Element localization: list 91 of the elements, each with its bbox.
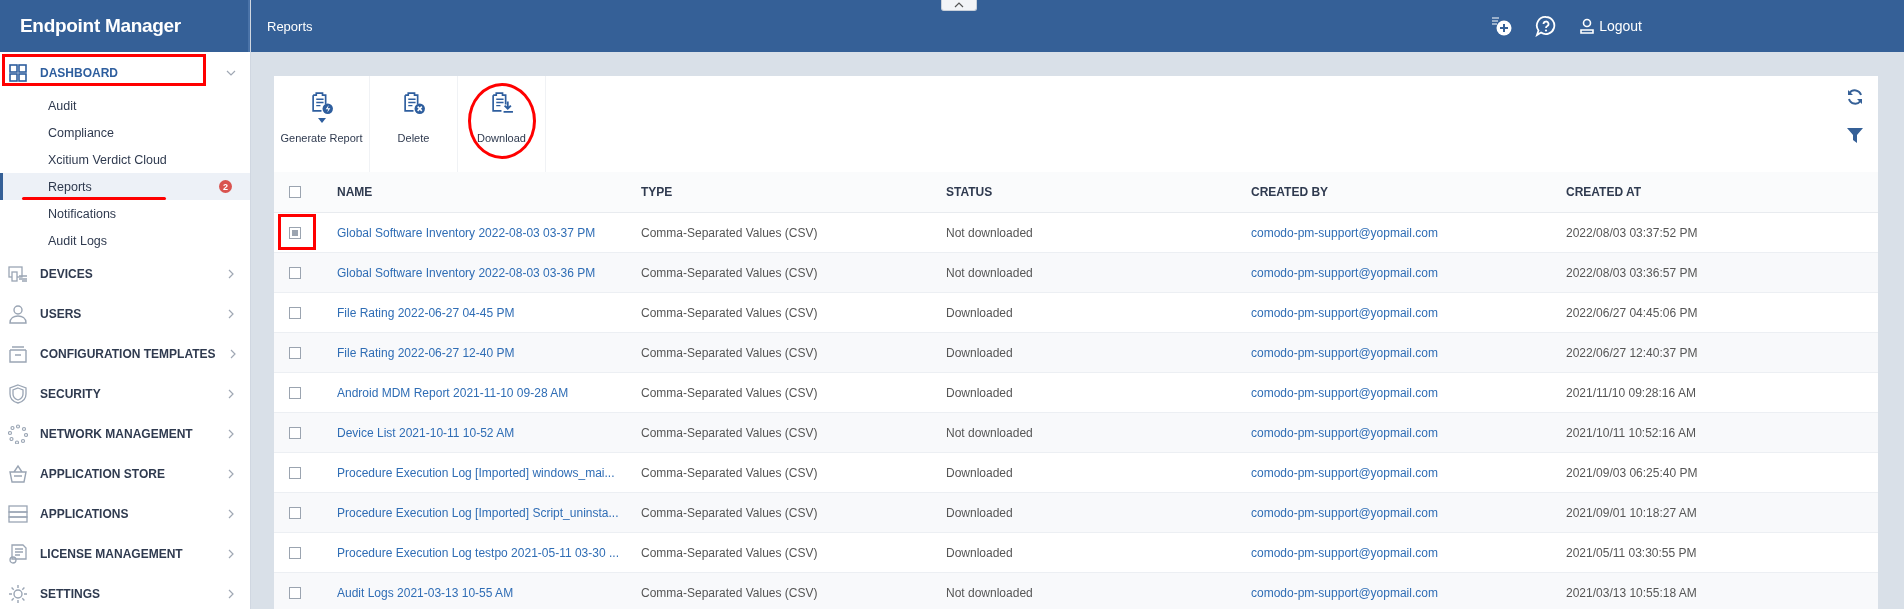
clipboard-download-icon bbox=[489, 90, 514, 116]
row-checkbox[interactable] bbox=[289, 506, 301, 519]
row-checkbox[interactable] bbox=[289, 386, 301, 399]
basket-icon bbox=[8, 464, 28, 484]
created-at-cell: 2021/09/01 10:18:27 AM bbox=[1550, 493, 1878, 533]
chevron-icon bbox=[226, 68, 236, 78]
help-icon[interactable] bbox=[1535, 15, 1558, 37]
nav-subitem[interactable]: Notifications bbox=[0, 200, 250, 227]
row-checkbox[interactable] bbox=[289, 466, 301, 479]
row-checkbox[interactable] bbox=[289, 346, 301, 359]
dots-circle-icon bbox=[8, 424, 28, 444]
creator-email-link[interactable]: comodo-pm-support@yopmail.com bbox=[1235, 573, 1550, 609]
status-cell: Downloaded bbox=[930, 493, 1235, 533]
settings-icon bbox=[8, 584, 28, 604]
status-cell: Not downloaded bbox=[930, 573, 1235, 609]
user-icon bbox=[1579, 18, 1596, 34]
status-cell: Not downloaded bbox=[930, 253, 1235, 293]
clipboard-x-icon bbox=[401, 90, 426, 116]
column-header[interactable]: STATUS bbox=[930, 172, 1235, 213]
chevron-icon bbox=[226, 429, 236, 439]
column-header[interactable]: NAME bbox=[321, 172, 625, 213]
created-at-cell: 2021/10/11 10:52:16 AM bbox=[1550, 413, 1878, 453]
refresh-icon[interactable] bbox=[1846, 88, 1864, 106]
row-checkbox[interactable] bbox=[289, 426, 301, 439]
chevron-icon bbox=[226, 309, 236, 319]
add-list-icon[interactable] bbox=[1491, 15, 1514, 37]
chevron-icon bbox=[226, 509, 236, 519]
report-name-link[interactable]: Device List 2021-10-11 10-52 AM bbox=[321, 413, 625, 453]
created-at-cell: 2021/03/13 10:55:18 AM bbox=[1550, 573, 1878, 609]
report-name-link[interactable]: Global Software Inventory 2022-08-03 03-36 PM bbox=[321, 253, 625, 293]
nav-item[interactable]: DASHBOARD bbox=[0, 54, 250, 92]
created-at-cell: 2022/08/03 03:36:57 PM bbox=[1550, 253, 1878, 293]
row-checkbox[interactable] bbox=[289, 266, 301, 279]
row-checkbox[interactable] bbox=[289, 226, 301, 239]
nav-item[interactable]: DEVICES bbox=[0, 254, 250, 294]
type-cell: Comma-Separated Values (CSV) bbox=[625, 493, 930, 533]
nav-subitem[interactable]: Reports 2 bbox=[0, 173, 250, 200]
app-title: Endpoint Manager bbox=[0, 0, 250, 52]
chevron-icon bbox=[226, 269, 236, 279]
chevron-icon bbox=[226, 469, 236, 479]
row-checkbox[interactable] bbox=[289, 586, 301, 599]
nav-item[interactable]: CONFIGURATION TEMPLATES bbox=[0, 334, 250, 374]
nav-item[interactable]: APPLICATION STORE bbox=[0, 454, 250, 494]
tray-icon bbox=[8, 344, 28, 364]
status-cell: Not downloaded bbox=[930, 413, 1235, 453]
type-cell: Comma-Separated Values (CSV) bbox=[625, 573, 930, 609]
type-cell: Comma-Separated Values (CSV) bbox=[625, 413, 930, 453]
column-header[interactable]: CREATED AT bbox=[1550, 172, 1878, 213]
logout-button[interactable]: Logout bbox=[1579, 18, 1642, 34]
nav-item[interactable]: USERS bbox=[0, 294, 250, 334]
row-checkbox[interactable] bbox=[289, 306, 301, 319]
chevron-icon bbox=[226, 549, 236, 559]
column-header[interactable]: CREATED BY bbox=[1235, 172, 1550, 213]
dropdown-caret-icon bbox=[317, 118, 326, 123]
certificate-icon bbox=[8, 544, 28, 564]
nav-subitem[interactable]: Audit Logs bbox=[0, 227, 250, 254]
creator-email-link[interactable]: comodo-pm-support@yopmail.com bbox=[1235, 253, 1550, 293]
page-title: Reports bbox=[267, 18, 314, 34]
nav-item[interactable]: NETWORK MANAGEMENT bbox=[0, 414, 250, 454]
select-all-checkbox[interactable] bbox=[289, 186, 301, 198]
creator-email-link[interactable]: comodo-pm-support@yopmail.com bbox=[1235, 413, 1550, 453]
nav-item[interactable]: SECURITY bbox=[0, 374, 250, 414]
count-badge: 2 bbox=[219, 180, 232, 193]
clipboard-lightning-icon bbox=[309, 90, 334, 116]
creator-email-link[interactable]: comodo-pm-support@yopmail.com bbox=[1235, 493, 1550, 533]
report-name-link[interactable]: Procedure Execution Log [Imported] Script_uninsta... bbox=[321, 493, 625, 533]
nav-item[interactable]: LICENSE MANAGEMENT bbox=[0, 534, 250, 574]
caret-icon bbox=[954, 2, 964, 8]
status-cell: Downloaded bbox=[930, 333, 1235, 373]
stacked-bars-icon bbox=[8, 504, 28, 524]
report-name-link[interactable]: File Rating 2022-06-27 12-40 PM bbox=[321, 333, 625, 373]
column-header[interactable]: TYPE bbox=[625, 172, 930, 213]
dashboard-grid-icon bbox=[8, 63, 28, 83]
nav-item[interactable]: APPLICATIONS bbox=[0, 494, 250, 534]
nav-subitem[interactable]: Audit bbox=[0, 92, 250, 119]
nav-item[interactable]: SETTINGS bbox=[0, 574, 250, 609]
type-cell: Comma-Separated Values (CSV) bbox=[625, 333, 930, 373]
row-checkbox[interactable] bbox=[289, 546, 301, 559]
nav-subitem[interactable]: Compliance bbox=[0, 119, 250, 146]
user-icon bbox=[8, 304, 28, 324]
filter-icon[interactable] bbox=[1846, 126, 1864, 144]
devices-icon bbox=[8, 264, 28, 284]
creator-email-link[interactable]: comodo-pm-support@yopmail.com bbox=[1235, 333, 1550, 373]
nav-subitem[interactable]: Xcitium Verdict Cloud bbox=[0, 146, 250, 173]
type-cell: Comma-Separated Values (CSV) bbox=[625, 253, 930, 293]
shield-icon bbox=[8, 384, 28, 404]
report-name-link[interactable]: Audit Logs 2021-03-13 10-55 AM bbox=[321, 573, 625, 609]
chevron-icon bbox=[226, 589, 236, 599]
collapse-button[interactable] bbox=[941, 0, 977, 11]
created-at-cell: 2022/06/27 12:40:37 PM bbox=[1550, 333, 1878, 373]
chevron-icon bbox=[226, 389, 236, 399]
